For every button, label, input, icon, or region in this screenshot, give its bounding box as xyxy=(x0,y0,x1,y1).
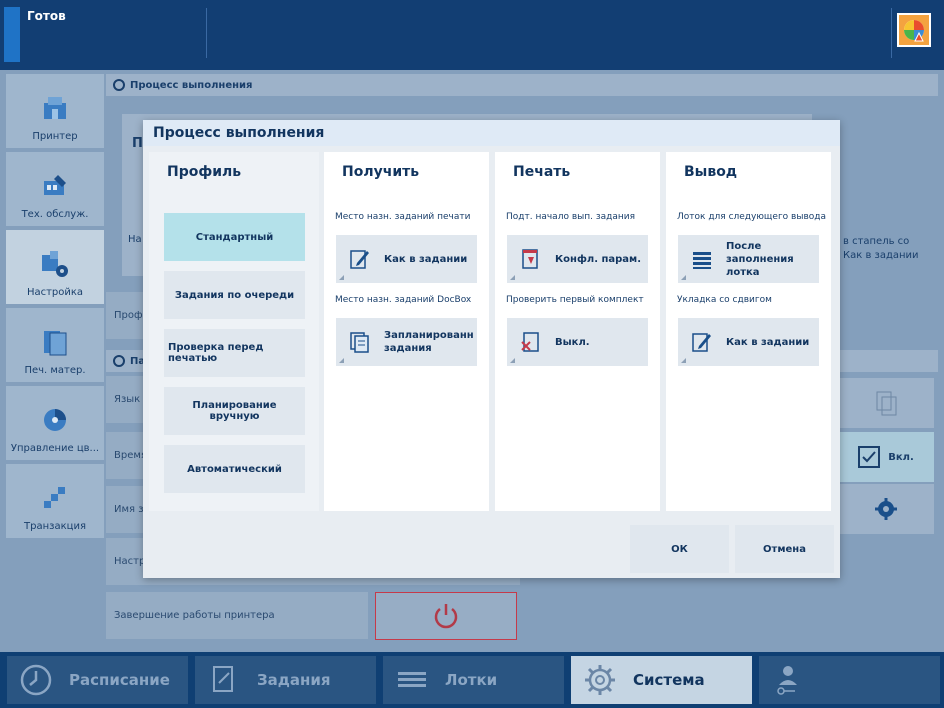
ok-button[interactable]: ОК xyxy=(630,525,729,573)
print-jobs-destination-label: Место назн. заданий печати xyxy=(335,212,471,222)
nav-media[interactable]: Печ. матер. xyxy=(6,308,104,382)
nav-color-management[interactable]: Управление цв... xyxy=(6,386,104,460)
printer-status-text: Готов xyxy=(27,9,66,23)
print-jobs-destination-button[interactable]: Как в задании xyxy=(336,235,477,283)
docbox-destination-label: Место назн. заданий DocBox xyxy=(335,295,472,305)
tray-stack-icon xyxy=(693,252,711,269)
receive-title: Получить xyxy=(342,164,420,180)
print-title: Печать xyxy=(513,164,571,180)
copy-icon xyxy=(876,391,897,416)
offset-stacking-button[interactable]: Как в задании xyxy=(678,318,819,366)
maintenance-icon xyxy=(44,175,66,195)
profile-column: Профиль Стандартный Задания по очереди П… xyxy=(149,152,319,511)
scheduled-jobs-icon xyxy=(350,332,369,353)
section-header-workflow: Процесс выполнения xyxy=(106,74,938,96)
expand-corner-icon xyxy=(681,275,686,280)
next-output-tray-button[interactable]: После заполнения лотка xyxy=(678,235,819,283)
printer-icon xyxy=(44,97,66,119)
background-copy-button[interactable] xyxy=(838,378,934,428)
offset-stacking-label: Укладка со сдвигом xyxy=(677,295,772,305)
jobs-icon xyxy=(213,666,233,692)
checkmark-icon xyxy=(858,446,881,468)
user-key-icon xyxy=(777,666,797,695)
profile-title: Профиль xyxy=(167,164,242,180)
tab-user-login[interactable] xyxy=(759,656,940,704)
shutdown-button[interactable] xyxy=(375,592,517,640)
check-first-set-button[interactable]: Выкл. xyxy=(507,318,648,366)
conflict-params-icon xyxy=(522,249,538,269)
dialog-title: Процесс выполнения xyxy=(143,120,840,146)
status-divider xyxy=(206,8,207,58)
tab-system[interactable]: Система xyxy=(571,656,752,704)
trays-icon xyxy=(398,672,426,687)
expand-corner-icon xyxy=(510,358,515,363)
alert-logo-icon[interactable] xyxy=(897,13,931,47)
workflow-icon xyxy=(113,355,125,367)
output-column: Вывод Лоток для следующего вывода После … xyxy=(666,152,831,511)
background-toggle-button[interactable]: Вкл. xyxy=(838,432,934,482)
expand-corner-icon xyxy=(339,275,344,280)
expand-corner-icon xyxy=(510,275,515,280)
status-divider xyxy=(891,8,892,58)
docbox-destination-button[interactable]: Запланированн задания xyxy=(336,318,477,366)
output-title: Вывод xyxy=(684,164,738,180)
check-first-set-label: Проверить первый комплект xyxy=(506,295,644,305)
workflow-icon xyxy=(113,79,125,91)
bottom-navigation: Расписание Задания Лотки Система xyxy=(0,652,944,708)
edit-icon xyxy=(692,333,711,352)
cancel-button[interactable]: Отмена xyxy=(735,525,834,573)
system-gear-icon xyxy=(585,665,615,695)
power-icon xyxy=(434,604,458,629)
confirm-job-start-button[interactable]: Конфл. парам. xyxy=(507,235,648,283)
nav-transaction[interactable]: Транзакция xyxy=(6,464,104,538)
confirm-job-start-label: Подт. начало вып. задания xyxy=(506,212,636,222)
edit-icon xyxy=(350,250,369,269)
background-partial-label: На xyxy=(128,234,142,245)
expand-corner-icon xyxy=(681,358,686,363)
transaction-icon xyxy=(44,487,65,508)
nav-settings[interactable]: Настройка xyxy=(6,230,104,304)
proof-off-icon xyxy=(521,332,539,352)
nav-maintenance[interactable]: Тех. обслуж. xyxy=(6,152,104,226)
background-right-text-1: в стапель со xyxy=(843,236,910,247)
color-icon xyxy=(44,409,66,431)
workflow-dialog: Процесс выполнения Профиль Стандартный З… xyxy=(143,120,840,578)
next-output-tray-label: Лоток для следующего вывода xyxy=(677,212,827,222)
receive-column: Получить Место назн. заданий печати Как … xyxy=(324,152,489,511)
background-config-button[interactable] xyxy=(838,484,934,534)
print-column: Печать Подт. начало вып. задания Конфл. … xyxy=(495,152,660,511)
profile-option-standard[interactable]: Стандартный xyxy=(164,213,305,261)
profile-option-check-before-print[interactable]: Проверка перед печатью xyxy=(164,329,305,377)
background-right-text-2: Как в задании xyxy=(843,250,919,261)
nav-printer[interactable]: Принтер xyxy=(6,74,104,148)
gear-icon xyxy=(875,498,897,520)
expand-corner-icon xyxy=(339,358,344,363)
profile-option-automatic[interactable]: Автоматический xyxy=(164,445,305,493)
top-status-bar: Готов xyxy=(0,0,944,70)
profile-option-manual[interactable]: Планирование вручную xyxy=(164,387,305,435)
status-indicator xyxy=(4,7,20,62)
tab-jobs[interactable]: Задания xyxy=(195,656,376,704)
background-partial-title: П xyxy=(132,136,143,151)
tab-schedule[interactable]: Расписание xyxy=(7,656,188,704)
tab-trays[interactable]: Лотки xyxy=(383,656,564,704)
media-icon xyxy=(44,331,67,356)
clock-icon xyxy=(20,664,52,696)
background-row-shutdown: Завершение работы принтера xyxy=(106,592,368,640)
settings-icon xyxy=(42,251,68,277)
profile-option-queue[interactable]: Задания по очереди xyxy=(164,271,305,319)
